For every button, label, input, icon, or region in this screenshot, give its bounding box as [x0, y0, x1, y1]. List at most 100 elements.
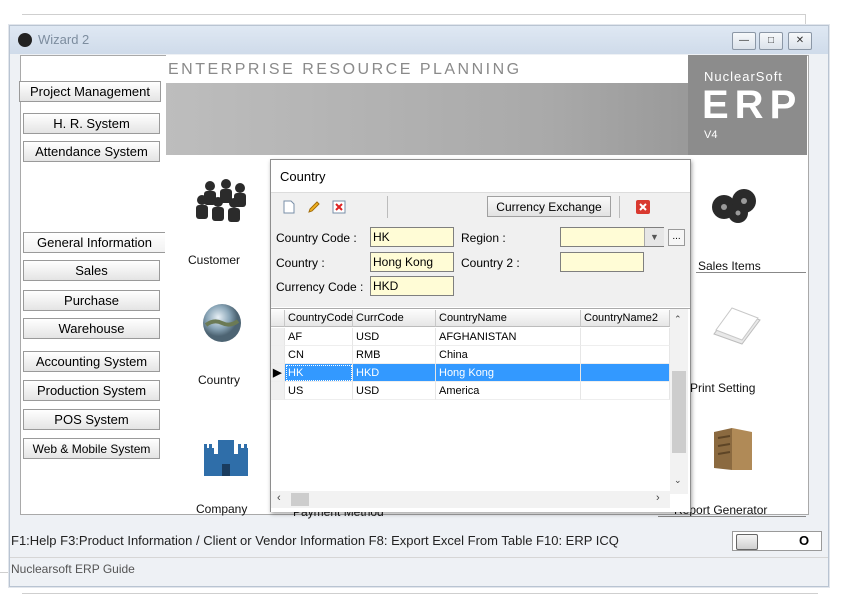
table-cell[interactable]: AFGHANISTAN — [436, 328, 581, 346]
icq-toggle[interactable]: O — [732, 531, 822, 551]
table-cell[interactable]: AF — [285, 328, 353, 346]
sales-items-divider — [696, 272, 806, 273]
delete-icon[interactable] — [332, 200, 346, 214]
row-header[interactable] — [271, 328, 285, 346]
country-dialog: Country Currency Exchange Country Code :… — [270, 159, 691, 512]
new-document-icon[interactable] — [282, 200, 296, 214]
table-cell-selected[interactable] — [581, 364, 670, 382]
frame-top-line — [22, 14, 806, 15]
customer-label[interactable]: Customer — [188, 253, 240, 267]
nav-accounting-system[interactable]: Accounting System — [23, 351, 160, 372]
horizontal-scroll-thumb[interactable] — [291, 493, 309, 506]
nav-production-system[interactable]: Production System — [23, 380, 160, 401]
close-button[interactable]: ✕ — [788, 32, 812, 50]
nav-general-information[interactable]: General Information — [23, 232, 165, 253]
pencil-icon[interactable] — [307, 200, 321, 214]
country-code-label: Country Code : — [276, 231, 357, 245]
country-label[interactable]: Country — [198, 373, 240, 387]
country-code-input[interactable]: HK — [370, 227, 454, 247]
column-header-currcode[interactable]: CurrCode — [353, 310, 436, 327]
brand-name: NuclearSoft — [704, 69, 783, 84]
erp-banner: ENTERPRISE RESOURCE PLANNING NuclearSoft… — [166, 55, 807, 155]
country2-label: Country 2 : — [461, 256, 520, 270]
currency-code-label: Currency Code : — [276, 280, 364, 294]
country-label-field: Country : — [276, 256, 325, 270]
title-bar: Wizard 2 — □ ✕ — [10, 26, 828, 54]
table-cell-selected[interactable]: HK — [285, 364, 353, 382]
column-header-countryname[interactable]: CountryName — [436, 310, 581, 327]
company-label[interactable]: Company — [196, 502, 247, 516]
book-icon[interactable] — [710, 424, 758, 474]
status-separator — [10, 557, 828, 558]
toggle-knob[interactable] — [736, 534, 758, 550]
scroll-down-icon[interactable]: ⌄ — [674, 475, 682, 486]
dialog-title: Country — [280, 169, 326, 184]
currency-code-input[interactable]: HKD — [370, 276, 454, 296]
brand-box: NuclearSoft ERP V4 — [688, 55, 807, 155]
table-cell[interactable] — [581, 382, 670, 400]
report-divider — [658, 516, 806, 517]
help-shortcuts-text: F1:Help F3:Product Information / Client … — [11, 533, 619, 548]
table-cell[interactable]: CN — [285, 346, 353, 364]
scroll-left-icon[interactable]: ‹ — [277, 492, 281, 504]
nav-purchase[interactable]: Purchase — [23, 290, 160, 311]
scroll-right-icon[interactable]: › — [656, 492, 660, 504]
vertical-scrollbar[interactable]: ⌃ ⌄ — [670, 309, 688, 494]
nav-sales[interactable]: Sales — [23, 260, 160, 281]
table-cell[interactable]: China — [436, 346, 581, 364]
nav-project-management[interactable]: Project Management — [19, 81, 161, 102]
window-title: Wizard 2 — [38, 32, 90, 47]
maximize-button[interactable]: □ — [759, 32, 783, 50]
region-label: Region : — [461, 231, 506, 245]
vertical-scroll-thumb[interactable] — [672, 371, 686, 453]
column-header-countrycode[interactable]: CountryCode — [285, 310, 353, 327]
frame-bottom-line — [22, 593, 818, 594]
table-cell[interactable]: America — [436, 382, 581, 400]
region-lookup-button[interactable]: ... — [668, 229, 685, 246]
scroll-up-icon[interactable]: ⌃ — [674, 314, 682, 325]
paper-icon[interactable] — [708, 294, 764, 348]
table-cell-selected[interactable]: HKD — [353, 364, 436, 382]
globe-icon[interactable] — [200, 301, 244, 345]
table-cell[interactable]: USD — [353, 328, 436, 346]
grid-corner — [271, 310, 285, 327]
table-cell[interactable]: US — [285, 382, 353, 400]
country-grid: CountryCode CurrCode CountryName Country… — [271, 308, 690, 512]
app-logo-icon — [18, 33, 32, 47]
table-cell[interactable] — [581, 346, 670, 364]
country-form: Country Code : HK Region : ▼ ... Country… — [271, 221, 690, 307]
country2-input[interactable] — [560, 252, 644, 272]
nav-pos-system[interactable]: POS System — [23, 409, 160, 430]
version-label: V4 — [704, 129, 718, 141]
column-header-countryname2[interactable]: CountryName2 — [581, 310, 670, 327]
table-cell[interactable]: USD — [353, 382, 436, 400]
banner-heading: ENTERPRISE RESOURCE PLANNING — [168, 61, 522, 78]
current-row-indicator[interactable]: ▶ — [271, 364, 285, 382]
nav-web-mobile-system[interactable]: Web & Mobile System — [23, 438, 160, 459]
castle-icon[interactable] — [200, 434, 252, 478]
table-cell[interactable]: RMB — [353, 346, 436, 364]
dialog-toolbar: Currency Exchange — [271, 192, 690, 222]
toolbar-separator — [387, 196, 388, 218]
nav-attendance-system[interactable]: Attendance System — [23, 141, 160, 162]
chevron-down-icon[interactable]: ▼ — [644, 228, 664, 246]
nav-hr-system[interactable]: H. R. System — [23, 113, 160, 134]
nav-warehouse[interactable]: Warehouse — [23, 318, 160, 339]
sales-items-label[interactable]: Sales Items — [698, 259, 761, 273]
guide-label: Nuclearsoft ERP Guide — [11, 562, 135, 576]
row-header[interactable] — [271, 346, 285, 364]
close-icon[interactable] — [636, 200, 650, 214]
film-reels-icon[interactable] — [708, 181, 764, 225]
table-cell[interactable] — [581, 328, 670, 346]
country-input[interactable]: Hong Kong — [370, 252, 454, 272]
toggle-value: O — [799, 533, 810, 548]
print-setting-label[interactable]: Print Setting — [690, 381, 755, 395]
toolbar-separator-2 — [619, 196, 620, 218]
minimize-button[interactable]: — — [732, 32, 756, 50]
row-header[interactable] — [271, 382, 285, 400]
horizontal-scrollbar[interactable]: ‹ › — [271, 491, 670, 508]
table-cell-selected[interactable]: Hong Kong — [436, 364, 581, 382]
currency-exchange-button[interactable]: Currency Exchange — [487, 196, 611, 217]
customer-icon[interactable] — [192, 176, 254, 224]
product-name: ERP — [702, 83, 803, 127]
